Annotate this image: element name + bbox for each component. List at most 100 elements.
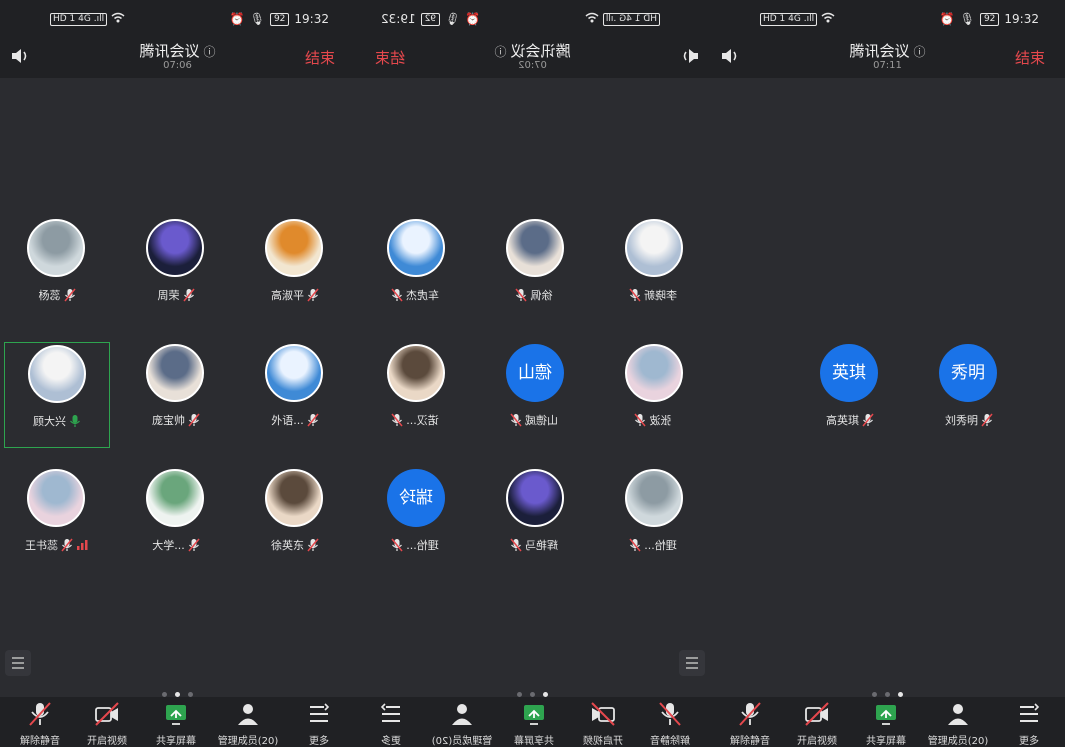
mic-muted-icon <box>63 288 76 305</box>
participant-tile[interactable]: 周荣 <box>123 217 229 323</box>
unmute-button[interactable]: 解除静音 <box>715 697 785 747</box>
participant-name-row: 理怡... <box>600 537 706 555</box>
participant-tile[interactable]: 外语... <box>242 342 348 448</box>
toolbar-label: 管理成员(20) <box>217 736 279 747</box>
more-button[interactable]: 更多 <box>284 697 354 747</box>
info-icon[interactable]: ⓘ <box>914 45 926 59</box>
participant-tile[interactable]: 瑞玲 理怡... <box>362 467 468 573</box>
unmute-button[interactable]: 解除静音 <box>5 697 75 747</box>
start-video-button[interactable]: 开启视频 <box>72 697 142 747</box>
meeting-panel-1: HD 1 4G .ıll ⏰ 🎙 92 19:32 腾讯会议 ⓘ 07:06 结束… <box>0 0 355 747</box>
participant-name-row: 山德威 <box>481 412 587 430</box>
members-icon <box>948 704 968 725</box>
manage-members-button[interactable]: 管理成员(20) <box>923 697 993 747</box>
info-icon[interactable]: ⓘ <box>204 45 216 59</box>
participant-tile[interactable]: 李晓新 <box>600 217 706 323</box>
participant-name: 徐佩 <box>530 289 553 302</box>
more-button[interactable]: 更多 <box>994 697 1064 747</box>
participant-tile[interactable]: 顾大兴 <box>4 342 110 448</box>
alarm-icon: ⏰ <box>465 12 481 26</box>
participant-tile[interactable]: 车虎杰 <box>362 217 468 323</box>
clock: 19:32 <box>1004 12 1039 26</box>
battery-level: 92 <box>979 12 1000 26</box>
meeting-screens: HD 1 4G .ıll ⏰ 🎙 92 19:32 腾讯会议 ⓘ 07:06 结束… <box>0 0 1065 747</box>
participant-name-row: 高英琪 <box>797 412 903 430</box>
status-left: HD 1 4G .ıll <box>585 12 660 26</box>
participant-name-row: 王书蕊 <box>4 537 110 555</box>
mic-muted-icon <box>307 538 319 555</box>
meeting-timer: 07:06 <box>163 60 192 71</box>
bottom-toolbar: 解除静音 开启视频 共享屏幕 管理成员(20) 更多 <box>355 697 710 747</box>
participant-name: 高淑平 <box>271 289 304 302</box>
members-icon <box>238 704 258 725</box>
share-screen-button[interactable]: 共享屏幕 <box>499 697 569 747</box>
participant-tile[interactable]: 徐佩 <box>481 217 587 323</box>
participant-tile[interactable]: 王书蕊 <box>4 467 110 573</box>
start-video-button[interactable]: 开启视频 <box>568 697 638 747</box>
mic-on-icon <box>69 414 81 431</box>
meeting-title-row[interactable]: 腾讯会议 ⓘ <box>0 40 355 61</box>
end-meeting-button[interactable]: 结束 <box>375 47 405 68</box>
network-chip: HD 1 4G .ıll <box>602 12 660 26</box>
mic-muted-icon <box>862 413 874 430</box>
network-chip: HD 1 4G .ıll <box>760 12 818 26</box>
participant-name: 庞宝帅 <box>152 414 185 427</box>
toolbar-label: 共享屏幕 <box>156 736 196 747</box>
video-off-icon <box>591 702 615 726</box>
meeting-title: 腾讯会议 <box>139 42 200 60</box>
info-icon[interactable]: ⓘ <box>494 45 506 59</box>
avatar-text: 英琪 <box>820 344 878 402</box>
status-left: HD 1 4G .ıll <box>760 12 835 26</box>
participant-tile[interactable]: 杨蕊 <box>4 217 110 323</box>
participant-name-row: 庞宝帅 <box>123 412 229 430</box>
mic-muted-icon <box>188 538 200 555</box>
participant-tile[interactable]: 高淑平 <box>242 217 348 323</box>
status-bar: HD 1 4G .ıll ⏰ 🎙 92 19:32 <box>710 0 1065 38</box>
start-video-button[interactable]: 开启视频 <box>782 697 852 747</box>
more-button[interactable]: 更多 <box>356 697 426 747</box>
weak-signal-icon <box>77 539 89 553</box>
avatar-photo <box>27 219 85 277</box>
manage-members-button[interactable]: 管理成员(20) <box>427 697 497 747</box>
participant-tile[interactable]: 辉艳马 <box>481 467 587 573</box>
meeting-title-row[interactable]: 腾讯会议 ⓘ <box>355 40 710 61</box>
avatar-photo <box>28 345 86 403</box>
participant-tile[interactable]: 德山 山德威 <box>481 342 587 448</box>
end-meeting-button[interactable]: 结束 <box>1015 47 1045 68</box>
mic-muted-icon <box>307 413 319 430</box>
mic-muted-icon <box>182 288 195 305</box>
participant-name-row: 顾大兴 <box>5 413 109 431</box>
unmute-button[interactable]: 解除静音 <box>635 697 705 747</box>
participant-tile[interactable]: 理怡... <box>600 467 706 573</box>
status-right: ⏰ 🎙 92 19:32 <box>230 12 329 26</box>
battery-level: 92 <box>269 12 290 26</box>
share-screen-button[interactable]: 共享屏幕 <box>851 697 921 747</box>
end-meeting-button[interactable]: 结束 <box>305 47 335 68</box>
mic-muted-icon <box>510 538 522 555</box>
participant-name: 顾大兴 <box>33 415 66 428</box>
avatar-photo <box>625 469 683 527</box>
avatar-photo <box>265 469 323 527</box>
participant-name: 辉艳马 <box>525 539 558 552</box>
participant-tile[interactable]: 英琪 高英琪 <box>797 342 903 448</box>
avatar-text: 秀明 <box>939 344 997 402</box>
bottom-toolbar: 解除静音 开启视频共享屏幕 管理成员(20) 更多 <box>0 697 355 747</box>
mic-status-icon: 🎙 <box>445 12 461 26</box>
participant-list-icon[interactable] <box>679 650 705 676</box>
meeting-title-row[interactable]: 腾讯会议 ⓘ <box>710 40 1065 61</box>
participant-name: 徐英东 <box>271 539 304 552</box>
participant-name-row: 刘秀明 <box>916 412 1022 430</box>
share-screen-button[interactable]: 共享屏幕 <box>141 697 211 747</box>
participant-tile[interactable]: 诺汉... <box>362 342 468 448</box>
participant-tile[interactable]: 秀明 刘秀明 <box>916 342 1022 448</box>
manage-members-button[interactable]: 管理成员(20) <box>213 697 283 747</box>
participant-tile[interactable]: 庞宝帅 <box>123 342 229 448</box>
participant-name: 李晓新 <box>644 289 677 302</box>
participant-tile[interactable]: 徐英东 <box>242 467 348 573</box>
wifi-icon <box>821 12 835 26</box>
participant-tile[interactable]: 张波 <box>600 342 706 448</box>
participant-list-icon[interactable] <box>5 650 31 676</box>
mic-muted-icon <box>188 413 200 430</box>
participant-tile[interactable]: 大学... <box>123 467 229 573</box>
clock: 19:32 <box>294 12 329 26</box>
